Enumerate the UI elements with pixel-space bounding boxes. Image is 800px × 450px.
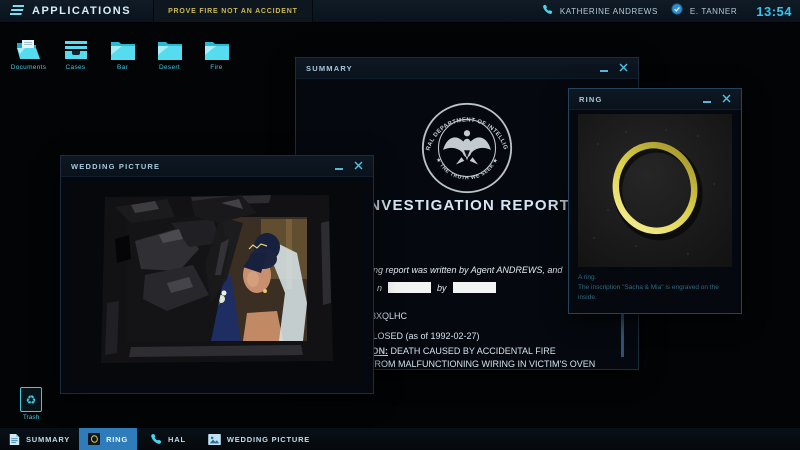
- agent-badge-icon: [671, 2, 683, 20]
- trash-label: Trash: [23, 414, 39, 421]
- image-icon: [208, 434, 221, 445]
- taskbar-item-hal[interactable]: HAL: [141, 428, 195, 450]
- scrollbar-thumb[interactable]: [621, 313, 624, 357]
- desktop-icon-row: Documents Cases Bar Desert Fire: [5, 35, 240, 71]
- desktop-icon-bar[interactable]: Bar: [99, 35, 146, 71]
- top-bar: APPLICATIONS PROVE FIRE NOT AN ACCIDENT …: [0, 0, 800, 23]
- svg-text:★ THE TRUTH WE SEEK ★: ★ THE TRUTH WE SEEK ★: [434, 157, 499, 181]
- report-byline: ng report was written by Agent ANDREWS, …: [373, 265, 562, 275]
- document-icon: [9, 433, 20, 446]
- window-title: WEDDING PICTURE: [61, 162, 160, 171]
- federal-seal: FEDERAL DEPARTMENT OF INTELLIGENCE ★ THE…: [421, 102, 513, 199]
- redline-connector: by: [437, 283, 447, 293]
- desktop-icon-cases[interactable]: Cases: [52, 35, 99, 71]
- taskbar-label: WEDDING PICTURE: [227, 435, 310, 444]
- close-icon: [619, 63, 628, 72]
- close-button[interactable]: [722, 90, 731, 108]
- minimize-icon: [600, 70, 608, 72]
- conclusion-line: ION: DEATH CAUSED BY ACCIDENTAL FIRE: [369, 346, 556, 356]
- close-button[interactable]: [619, 59, 628, 77]
- close-icon: [354, 161, 363, 170]
- eagle-emblem: [443, 130, 491, 164]
- redaction-box: [388, 282, 431, 293]
- objective-text: PROVE FIRE NOT AN ACCIDENT: [168, 8, 298, 15]
- phone-icon: [542, 2, 553, 20]
- open-folder-icon: [15, 35, 43, 61]
- ring-photo: [578, 114, 732, 267]
- case-code: 3XQLHC: [371, 311, 407, 321]
- tray-stack-icon: [63, 35, 89, 61]
- case-status: CLOSED (as of 1992-02-27): [366, 331, 480, 341]
- redaction-box: [453, 282, 496, 293]
- desktop-icon-fire[interactable]: Fire: [193, 35, 240, 71]
- menu-icon: [10, 2, 24, 20]
- ring-window: RING: [568, 88, 742, 314]
- window-title: SUMMARY: [296, 64, 353, 73]
- contact-name[interactable]: KATHERINE ANDREWS: [560, 7, 658, 16]
- desktop-icon-documents[interactable]: Documents: [5, 35, 52, 71]
- wedding-titlebar[interactable]: WEDDING PICTURE: [61, 156, 373, 177]
- minimize-icon: [335, 168, 343, 170]
- taskbar-item-wedding-picture[interactable]: WEDDING PICTURE: [199, 428, 319, 450]
- folder-icon: [204, 35, 230, 61]
- ring-caption-line2: The inscription "Sacha & Mia" is engrave…: [578, 283, 730, 303]
- redline-prefix: n: [377, 283, 382, 293]
- taskbar-item-ring[interactable]: RING: [79, 428, 137, 450]
- phone-icon: [150, 433, 162, 445]
- image-thumbnail-icon: [88, 433, 100, 445]
- minimize-button[interactable]: [703, 90, 711, 108]
- folder-icon: [157, 35, 183, 61]
- taskbar-label: RING: [106, 435, 128, 444]
- minimize-icon: [703, 101, 711, 103]
- taskbar-label: SUMMARY: [26, 435, 70, 444]
- minimize-button[interactable]: [600, 59, 608, 77]
- taskbar-label: HAL: [168, 435, 186, 444]
- recycle-icon: ♻: [20, 387, 42, 412]
- conclusion-text: DEATH CAUSED BY ACCIDENTAL FIRE: [391, 346, 556, 356]
- ring-titlebar[interactable]: RING: [569, 89, 741, 110]
- wedding-picture-window: WEDDING PICTURE: [60, 155, 374, 394]
- folder-icon: [110, 35, 136, 61]
- agent-name[interactable]: E. TANNER: [690, 7, 737, 16]
- desktop-icon-label: Bar: [117, 64, 128, 71]
- seal-bottom-text: ★ THE TRUTH WE SEEK ★: [434, 157, 499, 181]
- clock: 13:54: [756, 4, 792, 19]
- close-icon: [722, 94, 731, 103]
- desktop-icon-label: Desert: [159, 64, 180, 71]
- summary-titlebar[interactable]: SUMMARY: [296, 58, 638, 79]
- trash-icon-item[interactable]: ♻ Trash: [20, 387, 42, 421]
- desktop-icon-label: Documents: [11, 64, 47, 71]
- window-title: RING: [569, 95, 603, 104]
- ring-caption: A ring. The inscription "Sacha & Mia" is…: [578, 273, 730, 303]
- topbar-status-area: KATHERINE ANDREWS E. TANNER 13:54: [542, 2, 792, 20]
- taskbar-item-summary[interactable]: SUMMARY: [0, 428, 79, 450]
- burned-wedding-photo: [71, 183, 363, 383]
- desktop-icon-label: Fire: [210, 64, 222, 71]
- minimize-button[interactable]: [335, 157, 343, 175]
- desktop-icon-label: Cases: [66, 64, 86, 71]
- conclusion-line-2: FROM MALFUNCTIONING WIRING IN VICTIM'S O…: [369, 359, 595, 369]
- taskbar: SUMMARY RING HAL WEDDING PICTURE: [0, 427, 800, 450]
- applications-menu[interactable]: APPLICATIONS: [32, 5, 131, 17]
- objective-banner: PROVE FIRE NOT AN ACCIDENT: [153, 0, 313, 22]
- report-redacted-line: n by: [377, 282, 496, 293]
- desktop-icon-desert[interactable]: Desert: [146, 35, 193, 71]
- ring-caption-line1: A ring.: [578, 273, 730, 283]
- game-desktop: APPLICATIONS PROVE FIRE NOT AN ACCIDENT …: [0, 0, 800, 450]
- close-button[interactable]: [354, 157, 363, 175]
